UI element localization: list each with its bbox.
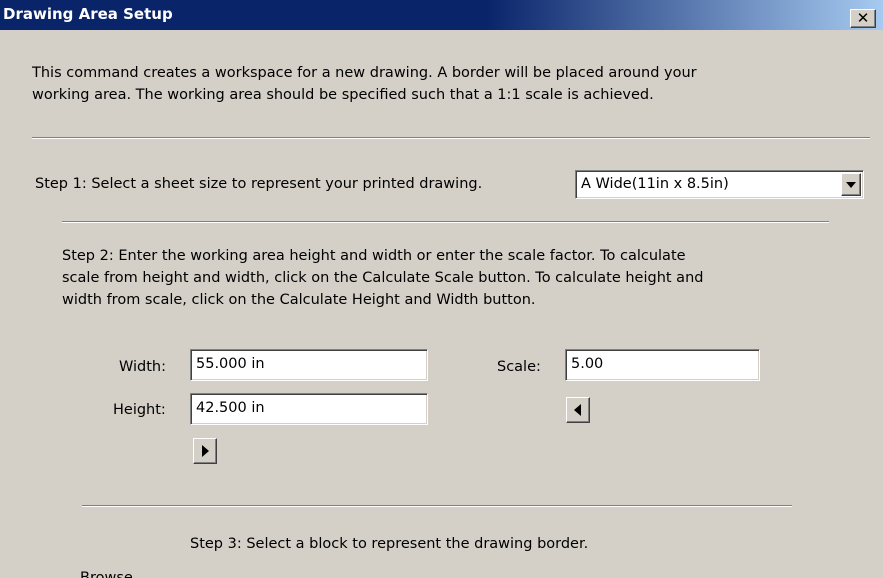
sheet-size-select[interactable]: A Wide(11in x 8.5in) xyxy=(575,170,864,199)
sheet-size-dropdown-button[interactable] xyxy=(841,173,861,196)
step1-label: Step 1: Select a sheet size to represent… xyxy=(35,176,483,192)
separator-3 xyxy=(82,505,792,507)
sheet-size-value: A Wide(11in x 8.5in) xyxy=(581,176,729,192)
separator-1 xyxy=(32,137,870,139)
step2-text-line-1: Step 2: Enter the working area height an… xyxy=(62,248,686,264)
step2-text-line-3: width from scale, click on the Calculate… xyxy=(62,292,536,308)
close-button[interactable]: ✕ xyxy=(850,9,876,28)
height-label: Height: xyxy=(113,402,166,418)
chevron-down-icon xyxy=(846,182,856,188)
width-label: Width: xyxy=(119,359,167,375)
separator-2 xyxy=(62,221,829,223)
scale-label: Scale: xyxy=(497,359,541,375)
scale-field[interactable]: 5.00 xyxy=(565,349,760,381)
height-field[interactable]: 42.500 in xyxy=(190,393,428,425)
arrow-right-icon xyxy=(202,445,209,457)
calculate-scale-button[interactable] xyxy=(193,438,217,464)
browse-label-partial[interactable]: Browse ... xyxy=(80,568,151,578)
window-title: Drawing Area Setup xyxy=(3,5,173,23)
width-field[interactable]: 55.000 in xyxy=(190,349,428,381)
drawing-area-setup-dialog: Drawing Area Setup ✕ This command create… xyxy=(0,0,883,578)
arrow-left-icon xyxy=(574,404,581,416)
step2-text-line-2: scale from height and width, click on th… xyxy=(62,270,704,286)
title-bar[interactable]: Drawing Area Setup ✕ xyxy=(0,0,883,30)
close-icon: ✕ xyxy=(856,9,870,27)
step3-label: Step 3: Select a block to represent the … xyxy=(190,536,589,552)
calculate-height-width-button[interactable] xyxy=(566,397,590,423)
intro-text-line-2: working area. The working area should be… xyxy=(32,87,654,103)
intro-text-line-1: This command creates a workspace for a n… xyxy=(32,65,697,81)
